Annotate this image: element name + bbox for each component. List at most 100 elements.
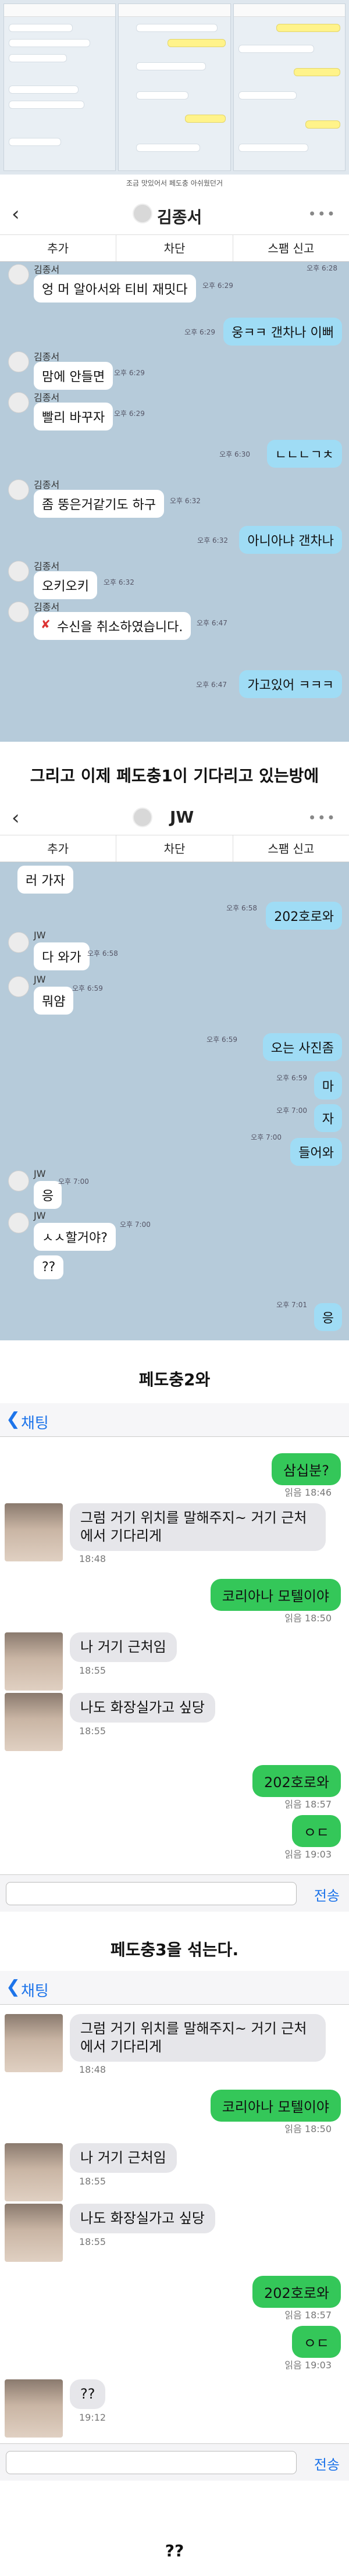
message-composer: 전송 (0, 2443, 349, 2481)
thumbnail-3 (233, 3, 346, 171)
message-bubble: ㄴㄴㄴㄱㅊ (266, 440, 342, 468)
message-bubble: 자 (314, 1104, 342, 1132)
thumbnail-topbar (4, 4, 116, 17)
message-bubble: 뭐얌 (34, 987, 74, 1015)
caption-3: 페도충2와 (138, 1370, 211, 1389)
chat-header: ‹ JW ••• (0, 796, 349, 835)
message-time: 읽음 19:03 (284, 1849, 332, 1860)
message-time: 18:55 (79, 2176, 106, 2187)
message-bubble: 빨리 바꾸자 (34, 403, 113, 430)
avatar-icon (8, 561, 29, 582)
contact-photo (5, 1632, 63, 1691)
message-bubble: 응 (314, 1303, 342, 1331)
sender-name: 김종서 (34, 392, 60, 403)
message-theirs: 나 거기 근처임 18:55 (0, 2143, 349, 2201)
contact-photo (5, 2379, 63, 2438)
message-bubble: 다 와가 (34, 942, 90, 970)
message-bubble: ✘ 수신을 취소하였습니다. (34, 612, 191, 640)
back-button[interactable]: 채팅 (21, 1411, 49, 1433)
send-button[interactable]: 전송 (314, 2453, 340, 2474)
thumb-line (136, 62, 206, 70)
report-spam-button[interactable]: 스팸 신고 (233, 235, 349, 261)
back-button[interactable]: 채팅 (21, 1979, 49, 2001)
thumb-line (136, 24, 218, 32)
thumb-line (167, 39, 226, 47)
message-theirs: 그럼 거기 위치를 말해주지~ 거기 근처에서 기다리게 18:48 (0, 2014, 349, 2078)
message-bubble: 마 (314, 1072, 342, 1100)
contact-photo (5, 1503, 63, 1561)
message-time: 19:12 (79, 2412, 106, 2423)
thumb-line (9, 54, 67, 62)
back-chevron-icon[interactable]: ❮ (6, 1977, 20, 1997)
message-time: 오후 7:01 (276, 1301, 307, 1309)
back-chevron-icon[interactable]: ‹ (12, 806, 20, 830)
message-bubble: 나 거기 근처임 (70, 2143, 177, 2173)
message-input[interactable] (6, 1882, 297, 1905)
thumb-line (238, 45, 314, 53)
message-bubble: 나도 화장실가고 싶당 (70, 1693, 215, 1723)
message-time: 오후 6:47 (196, 681, 227, 689)
send-button[interactable]: 전송 (314, 1884, 340, 1905)
sender-name: JW (34, 1168, 46, 1179)
contact-photo (5, 2014, 63, 2072)
message-time: 오후 6:47 (197, 619, 227, 627)
add-friend-button[interactable]: 추가 (0, 835, 117, 862)
avatar-icon (8, 392, 29, 413)
message-time: 오후 6:29 (184, 328, 215, 336)
message-theirs: JW 다 와가 오후 6:58 (0, 930, 349, 970)
message-time: 오후 6:58 (87, 949, 118, 958)
sender-name: 김종서 (34, 264, 60, 275)
thumb-line (9, 138, 61, 146)
block-button[interactable]: 차단 (116, 235, 233, 261)
message-time: 오후 6:29 (114, 410, 145, 418)
contact-name: JW (170, 807, 194, 827)
message-time: 오후 6:59 (72, 984, 103, 992)
contact-photo (5, 2143, 63, 2201)
more-dots-icon[interactable]: ••• (308, 810, 336, 826)
back-chevron-icon[interactable]: ‹ (12, 202, 20, 226)
message-theirs: 그럼 거기 위치를 말해주지~ 거기 근처에서 기다리게 18:48 (0, 1503, 349, 1567)
message-time: 오후 7:00 (120, 1221, 151, 1229)
message-theirs: 나 거기 근처임 18:55 (0, 1632, 349, 1691)
add-friend-button[interactable]: 추가 (0, 235, 117, 261)
block-button[interactable]: 차단 (116, 835, 233, 862)
thumb-line (9, 101, 84, 109)
message-theirs: ?? 19:12 (0, 2379, 349, 2438)
recall-x-icon: ✘ (41, 617, 51, 631)
message-bubble: 가고있어 ㅋㅋㅋ (239, 670, 342, 698)
more-dots-icon[interactable]: ••• (308, 206, 336, 222)
caption-4: 페도충3을 섞는다. (110, 1940, 239, 1959)
message-time: 읽음 19:03 (284, 2360, 332, 2371)
kakao-chat-1: ‹ 김종서 ••• 추가 차단 스팸 신고 오후 6:28 김종서 엉 머 알아… (0, 192, 349, 742)
message-theirs: JW ㅅㅅ할거야? 오후 7:00 (0, 1210, 349, 1251)
message-time: 읽음 18:57 (284, 1799, 332, 1810)
kakao-chat-2: ‹ JW ••• 추가 차단 스팸 신고 러 가자 202호로와 오후 6:58… (0, 796, 349, 1340)
action-bar: 추가 차단 스팸 신고 (0, 835, 349, 862)
message-bubble: ?? (70, 2379, 106, 2410)
sender-name: JW (34, 930, 46, 941)
avatar-icon (8, 264, 29, 285)
chat-navbar: ❮ 채팅 (0, 1971, 349, 2005)
message-time: 오후 6:32 (170, 497, 201, 505)
message-time: 18:55 (79, 2236, 106, 2247)
contact-photo (5, 1693, 63, 1751)
thumb-line (136, 144, 201, 152)
imessage-chat-3: ❮ 채팅 삼십분? 읽음 18:46 그럼 거기 위치를 말해주지~ 거기 근처… (0, 1403, 349, 1915)
thumbnail-2 (118, 3, 231, 171)
message-composer: 전송 (0, 1874, 349, 1912)
footer-caption: ?? (165, 2541, 184, 2560)
message-input[interactable] (6, 2451, 297, 2474)
message-bubble: ㅇㄷ (291, 2326, 341, 2358)
thumb-line (9, 86, 79, 94)
message-time: 18:48 (79, 2064, 106, 2075)
message-time: 오후 6:32 (104, 578, 134, 586)
message-bubble: 들어와 (290, 1138, 342, 1166)
thumb-line (238, 91, 297, 99)
message-theirs: 러 가자 (0, 866, 349, 894)
message-bubble: 202호로와 (252, 1765, 341, 1797)
back-chevron-icon[interactable]: ❮ (6, 1409, 20, 1429)
top-caption: 조금 맛있어서 페도충 아쉬웠던거 (126, 179, 223, 187)
report-spam-button[interactable]: 스팸 신고 (233, 835, 349, 862)
message-theirs: 김종서 좀 뚱은거같기도 하구 오후 6:32 (0, 477, 349, 518)
avatar-icon (133, 204, 152, 223)
